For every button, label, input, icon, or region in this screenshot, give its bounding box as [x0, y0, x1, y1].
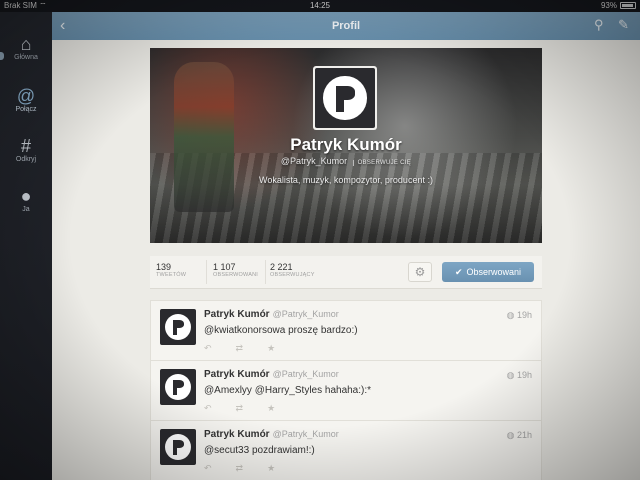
battery-icon	[620, 2, 636, 9]
tweet-list: Patryk Kumór @Patryk_Kumor ◍ 19h @kwiatko…	[150, 300, 542, 480]
tweet-avatar[interactable]	[160, 309, 196, 345]
sidebar-item-label: Ja	[22, 206, 30, 213]
person-check-icon: ✔	[454, 266, 463, 277]
tweet-author-name: Patryk Kumór	[204, 369, 270, 380]
main-panel: ‹ Profil ⚲ ✎ Patryk Kumór @Patryk_Kumor …	[52, 12, 640, 480]
sidebar-item-connect[interactable]: @ Połącz	[0, 86, 52, 113]
battery-indicator: 93%	[601, 1, 636, 10]
follows-you-badge: OBSERWUJE CIĘ	[352, 160, 412, 166]
stat-value: 139	[156, 262, 172, 272]
avatar-logo	[160, 429, 196, 465]
stat-followers[interactable]: 2 221 OBSERWUJĄCY	[270, 262, 315, 278]
profile-header: Patryk Kumór @Patryk_Kumor OBSERWUJE CIĘ…	[150, 48, 542, 243]
tweet-time: ◍ 19h	[507, 310, 532, 321]
tweet-time-text: 19h	[516, 370, 532, 380]
person-icon: ●	[20, 186, 32, 206]
avatar-logo	[315, 68, 375, 128]
tweet-text: @Amexlyy @Harry_Styles hahaha:):*	[204, 385, 372, 396]
sidebar-item-home[interactable]: ⌂ Główna	[0, 34, 52, 61]
profile-handle-line: @Patryk_Kumor OBSERWUJE CIĘ	[150, 156, 542, 166]
sidebar-item-me[interactable]: ● Ja	[0, 186, 52, 213]
tweet-item[interactable]: Patryk Kumór @Patryk_Kumor ◍ 21h @secut33…	[150, 420, 542, 480]
following-button[interactable]: ✔ Obserwowani	[442, 262, 534, 282]
logo-mark	[323, 76, 367, 120]
favorite-icon[interactable]: ★	[267, 343, 275, 354]
tweet-avatar[interactable]	[160, 429, 196, 465]
stat-label: OBSERWOWANI	[213, 272, 258, 278]
tweet-item[interactable]: Patryk Kumór @Patryk_Kumor ◍ 19h @Amexlyy…	[150, 360, 542, 420]
stat-following[interactable]: 1 107 OBSERWOWANI	[213, 262, 258, 278]
reply-icon[interactable]: ↶	[204, 343, 212, 354]
profile-stats: 139 TWEETÓW 1 107 OBSERWOWANI 2 221 OBSE…	[150, 256, 542, 289]
home-icon: ⌂	[20, 34, 32, 54]
logo-mark	[165, 314, 191, 340]
at-icon: @	[16, 86, 36, 106]
reply-indicator-icon: ◍	[506, 430, 517, 440]
tweet-author-name: Patryk Kumór	[204, 309, 270, 320]
avatar-logo	[160, 369, 196, 405]
sidebar-item-label: Główna	[14, 54, 38, 61]
sidebar-item-discover[interactable]: # Odkryj	[0, 136, 52, 163]
compose-icon[interactable]: ✎	[618, 17, 629, 33]
gear-icon: ⚙	[414, 265, 426, 279]
search-icon[interactable]: ⚲	[594, 17, 604, 33]
profile-handle: @Patryk_Kumor	[280, 156, 348, 166]
avatar-logo	[160, 309, 196, 345]
tweet-text: @kwiatkonorsowa proszę bardzo:)	[204, 325, 358, 336]
battery-percent: 93%	[600, 1, 617, 10]
reply-icon[interactable]: ↶	[204, 403, 212, 414]
divider	[265, 260, 266, 284]
stat-value: 1 107	[213, 262, 236, 272]
sidebar: ⌂ Główna @ Połącz # Odkryj ● Ja	[0, 12, 52, 480]
retweet-icon[interactable]: ⇄	[236, 403, 244, 414]
tweet-author: Patryk Kumór @Patryk_Kumor	[204, 429, 339, 440]
tweet-avatar[interactable]	[160, 369, 196, 405]
tweet-time-text: 19h	[516, 310, 532, 320]
tweet-item[interactable]: Patryk Kumór @Patryk_Kumor ◍ 19h @kwiatko…	[150, 300, 542, 360]
tweet-time: ◍ 19h	[507, 370, 532, 381]
tweet-author-name: Patryk Kumór	[204, 429, 270, 440]
reply-indicator-icon: ◍	[506, 370, 517, 380]
tweet-time: ◍ 21h	[507, 430, 532, 441]
tweet-author: Patryk Kumór @Patryk_Kumor	[204, 309, 339, 320]
favorite-icon[interactable]: ★	[267, 463, 275, 474]
sidebar-item-label: Odkryj	[15, 156, 37, 163]
tweet-actions: ↶ ⇄ ★	[204, 463, 275, 474]
stat-label: TWEETÓW	[156, 272, 187, 278]
retweet-icon[interactable]: ⇄	[236, 463, 244, 474]
stat-tweets[interactable]: 139 TWEETÓW	[156, 262, 186, 278]
profile-bio: Wokalista, muzyk, kompozytor, producent …	[259, 175, 433, 185]
logo-mark	[165, 434, 191, 460]
hash-icon: #	[20, 136, 31, 156]
reply-icon[interactable]: ↶	[204, 463, 212, 474]
reply-indicator-icon: ◍	[506, 310, 517, 320]
settings-button[interactable]: ⚙	[408, 262, 432, 282]
stat-label: OBSERWUJĄCY	[270, 272, 315, 278]
favorite-icon[interactable]: ★	[267, 403, 275, 414]
tweet-author-handle: @Patryk_Kumor	[272, 429, 339, 439]
following-button-label: Obserwowani	[466, 267, 522, 277]
status-bar: Brak SIM ⌔ 14:25 93%	[0, 0, 640, 12]
logo-mark	[165, 374, 191, 400]
top-bar: ‹ Profil ⚲ ✎	[52, 12, 640, 40]
tweet-actions: ↶ ⇄ ★	[204, 403, 275, 414]
clock: 14:25	[309, 1, 331, 10]
tweet-text: @secut33 pozdrawiam!:)	[204, 445, 315, 456]
tweet-author-handle: @Patryk_Kumor	[272, 369, 339, 379]
profile-name: Patryk Kumór	[290, 135, 402, 154]
tweet-author-handle: @Patryk_Kumor	[272, 309, 339, 319]
stat-value: 2 221	[270, 262, 293, 272]
retweet-icon[interactable]: ⇄	[236, 343, 244, 354]
page-title: Profil	[331, 20, 361, 32]
tweet-actions: ↶ ⇄ ★	[204, 343, 275, 354]
tweet-time-text: 21h	[516, 430, 532, 440]
divider	[206, 260, 207, 284]
tweet-author: Patryk Kumór @Patryk_Kumor	[204, 369, 339, 380]
profile-avatar[interactable]	[313, 66, 377, 130]
sidebar-item-label: Połącz	[15, 106, 37, 113]
